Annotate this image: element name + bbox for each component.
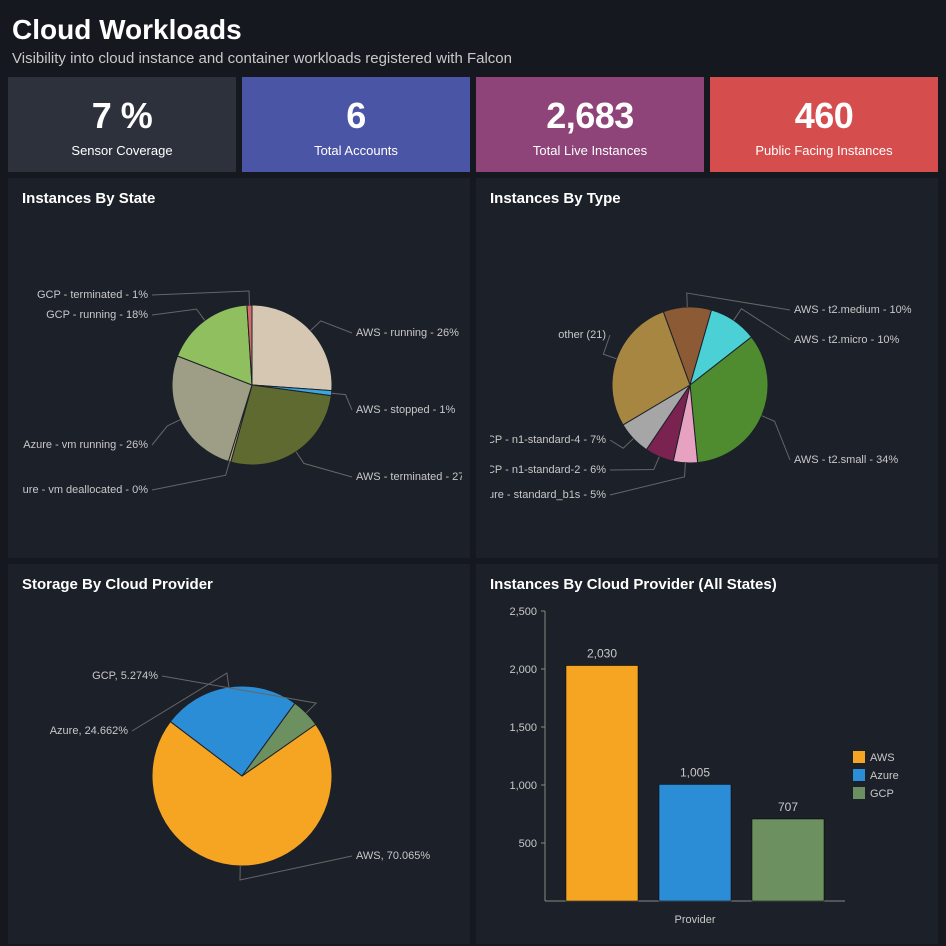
kpi-row: 7 % Sensor Coverage 6 Total Accounts 2,6…	[6, 77, 940, 172]
panel-instances-by-type: Instances By Type AWS - t2.medium - 10%A…	[476, 178, 938, 558]
svg-text:1,005: 1,005	[680, 765, 710, 779]
kpi-total-live-instances[interactable]: 2,683 Total Live Instances	[476, 77, 704, 172]
svg-text:GCP - n1-standard-2 - 6%: GCP - n1-standard-2 - 6%	[490, 464, 606, 476]
panel-title: Storage By Cloud Provider	[22, 576, 456, 593]
svg-text:AWS - running - 26%: AWS - running - 26%	[356, 327, 459, 339]
panel-title: Instances By State	[22, 190, 456, 207]
svg-text:AWS: AWS	[870, 752, 895, 764]
kpi-value: 460	[718, 95, 930, 137]
kpi-sensor-coverage[interactable]: 7 % Sensor Coverage	[8, 77, 236, 172]
svg-text:Azure - vm running - 26%: Azure - vm running - 26%	[23, 439, 148, 451]
chart-instances-by-provider[interactable]: 500 1,000 1,500 2,000 2,500 2,030 1,005 707 Prov…	[490, 601, 924, 929]
svg-text:1,000: 1,000	[509, 780, 537, 792]
svg-text:1,500: 1,500	[509, 722, 537, 734]
svg-text:2,500: 2,500	[509, 606, 537, 618]
panel-grid: Instances By State AWS - running - 26% AW…	[6, 172, 940, 944]
page-title: Cloud Workloads	[12, 14, 934, 46]
svg-text:Azure - vm deallocated - 0%: Azure - vm deallocated - 0%	[22, 484, 148, 496]
svg-text:GCP, 5.274%: GCP, 5.274%	[92, 670, 158, 682]
panel-instances-by-provider: Instances By Cloud Provider (All States)…	[476, 564, 938, 944]
kpi-value: 7 %	[16, 95, 228, 137]
kpi-public-facing[interactable]: 460 Public Facing Instances	[710, 77, 938, 172]
svg-text:AWS, 70.065%: AWS, 70.065%	[356, 850, 430, 862]
svg-text:GCP - terminated - 1%: GCP - terminated - 1%	[37, 289, 148, 301]
kpi-value: 2,683	[484, 95, 696, 137]
kpi-label: Total Live Instances	[484, 143, 696, 158]
svg-text:AWS - t2.micro - 10%: AWS - t2.micro - 10%	[794, 334, 900, 346]
svg-text:other (21): other (21)	[558, 329, 606, 341]
chart-instances-by-type[interactable]: AWS - t2.medium - 10% AWS - t2.micro - 10…	[490, 215, 924, 543]
svg-text:AWS - t2.small - 34%: AWS - t2.small - 34%	[794, 454, 898, 466]
panel-title: Instances By Type	[490, 190, 924, 207]
kpi-label: Public Facing Instances	[718, 143, 930, 158]
svg-text:707: 707	[778, 800, 798, 814]
panel-title: Instances By Cloud Provider (All States)	[490, 576, 924, 593]
kpi-label: Total Accounts	[250, 143, 462, 158]
panel-storage-by-provider: Storage By Cloud Provider AWS, 70.065% Az…	[8, 564, 470, 944]
panel-instances-by-state: Instances By State AWS - running - 26% AW…	[8, 178, 470, 558]
kpi-label: Sensor Coverage	[16, 143, 228, 158]
kpi-total-accounts[interactable]: 6 Total Accounts	[242, 77, 470, 172]
svg-text:GCP - n1-standard-4 - 7%: GCP - n1-standard-4 - 7%	[490, 434, 606, 446]
svg-text:GCP - running - 18%: GCP - running - 18%	[46, 309, 148, 321]
svg-text:Azure: Azure	[870, 770, 899, 782]
svg-text:Azure - standard_b1s - 5%: Azure - standard_b1s - 5%	[490, 489, 606, 501]
page-header: Cloud Workloads Visibility into cloud in…	[6, 10, 940, 77]
svg-text:AWS - t2.medium - 10%: AWS - t2.medium - 10%	[794, 304, 912, 316]
svg-text:GCP: GCP	[870, 788, 894, 800]
svg-text:2,030: 2,030	[587, 647, 617, 661]
svg-text:Provider: Provider	[675, 914, 716, 926]
svg-text:2,000: 2,000	[509, 664, 537, 676]
chart-storage-by-provider[interactable]: AWS, 70.065% Azure, 24.662% GCP, 5.274%	[22, 601, 456, 929]
svg-text:500: 500	[519, 838, 537, 850]
svg-text:AWS - terminated - 27%: AWS - terminated - 27%	[356, 471, 462, 483]
svg-text:AWS - stopped - 1%: AWS - stopped - 1%	[356, 404, 455, 416]
kpi-value: 6	[250, 95, 462, 137]
chart-instances-by-state[interactable]: AWS - running - 26%AWS - stopped - 1%AWS…	[22, 215, 456, 543]
svg-text:Azure, 24.662%: Azure, 24.662%	[50, 725, 128, 737]
page-subtitle: Visibility into cloud instance and conta…	[12, 50, 934, 67]
